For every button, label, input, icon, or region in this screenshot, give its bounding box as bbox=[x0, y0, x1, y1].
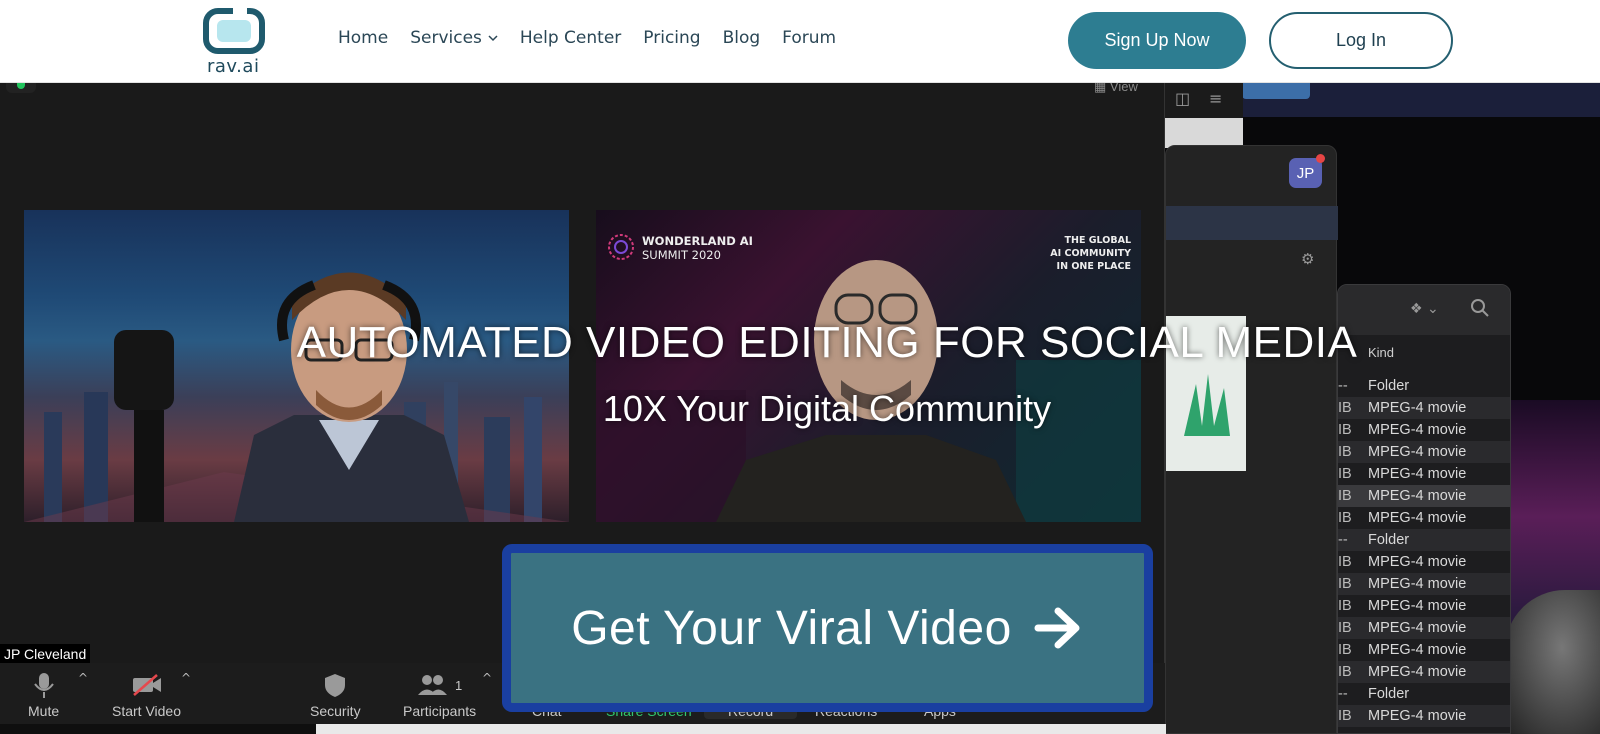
menu-icon[interactable]: ≡ bbox=[1209, 89, 1222, 108]
video-off-icon bbox=[132, 674, 161, 696]
arrow-right-icon bbox=[1034, 607, 1080, 649]
list-item[interactable]: IB MPEG-4 movie bbox=[1338, 507, 1510, 529]
desktop-edge bbox=[316, 724, 1166, 734]
chevron-up-icon[interactable]: ^ bbox=[482, 671, 492, 685]
list-item[interactable]: IB MPEG-4 movie bbox=[1338, 639, 1510, 661]
nav-help-center[interactable]: Help Center bbox=[520, 24, 621, 52]
list-item[interactable]: -- Folder bbox=[1338, 683, 1510, 705]
hero-subtitle: 10X Your Digital Community bbox=[602, 388, 1052, 429]
sign-up-button[interactable]: Sign Up Now bbox=[1068, 12, 1246, 69]
get-viral-video-button[interactable]: Get Your Viral Video bbox=[502, 544, 1153, 712]
search-icon[interactable] bbox=[1470, 298, 1490, 318]
chevron-up-icon[interactable]: ^ bbox=[78, 671, 88, 685]
participant-name-tag: JP Cleveland bbox=[0, 644, 91, 665]
list-item[interactable]: IB MPEG-4 movie bbox=[1338, 463, 1510, 485]
encryption-shield-icon[interactable] bbox=[6, 83, 36, 93]
list-item[interactable]: IB MPEG-4 movie bbox=[1338, 573, 1510, 595]
participants-button[interactable]: 1 Participants bbox=[403, 669, 476, 719]
background-video-person bbox=[1505, 590, 1600, 734]
notification-badge bbox=[1316, 154, 1325, 163]
nav-services[interactable]: Services bbox=[410, 24, 498, 52]
nav-pricing[interactable]: Pricing bbox=[643, 24, 700, 52]
microphone-icon bbox=[33, 673, 54, 698]
chevron-down-icon bbox=[488, 35, 498, 42]
participants-count: 1 bbox=[454, 677, 463, 693]
list-item[interactable]: IB MPEG-4 movie bbox=[1338, 661, 1510, 683]
start-video-button[interactable]: Start Video bbox=[112, 669, 181, 719]
list-item[interactable]: IB MPEG-4 movie bbox=[1338, 441, 1510, 463]
participant-video-person bbox=[114, 272, 469, 522]
gear-icon[interactable]: ⚙ bbox=[1301, 250, 1317, 268]
nav-forum[interactable]: Forum bbox=[782, 24, 836, 52]
list-item[interactable]: IB MPEG-4 movie bbox=[1338, 485, 1510, 507]
list-item[interactable]: IB MPEG-4 movie bbox=[1338, 595, 1510, 617]
shield-icon bbox=[325, 674, 346, 697]
dropbox-icon[interactable]: ❖ ⌄ bbox=[1410, 301, 1439, 317]
main-nav: Home Services Help Center Pricing Blog F… bbox=[338, 24, 858, 52]
list-item[interactable]: IB MPEG-4 movie bbox=[1338, 617, 1510, 639]
zoom-chat-window: JP ⚙ bbox=[1165, 145, 1338, 734]
list-item[interactable]: IB MPEG-4 movie bbox=[1338, 551, 1510, 573]
logo-mark-icon bbox=[203, 8, 265, 54]
chevron-up-icon[interactable]: ^ bbox=[181, 671, 191, 685]
list-item[interactable]: IB MPEG-4 movie bbox=[1338, 705, 1510, 727]
gallery-view-icon[interactable]: ◫ bbox=[1175, 89, 1190, 108]
logo-text: rav.ai bbox=[207, 56, 260, 77]
site-header: rav.ai Home Services Help Center Pricing… bbox=[0, 0, 1600, 83]
participants-icon bbox=[417, 675, 447, 695]
hero-title: AUTOMATED VIDEO EDITING FOR SOCIAL MEDIA bbox=[296, 318, 1358, 367]
rav-ai-logo[interactable]: rav.ai bbox=[203, 8, 267, 77]
nav-blog[interactable]: Blog bbox=[723, 24, 761, 52]
security-button[interactable]: Security bbox=[310, 669, 361, 719]
desktop-edge bbox=[0, 724, 316, 734]
mute-button[interactable]: Mute bbox=[28, 669, 59, 719]
log-in-button[interactable]: Log In bbox=[1269, 12, 1453, 69]
background-panel bbox=[1165, 118, 1243, 148]
zoom-view-controls: ◫ ≡ bbox=[1165, 83, 1243, 118]
list-item[interactable]: -- Folder bbox=[1338, 529, 1510, 551]
avatar[interactable]: JP bbox=[1289, 158, 1322, 188]
background-window-strip bbox=[1242, 83, 1600, 117]
nav-home[interactable]: Home bbox=[338, 24, 388, 52]
cta-label: Get Your Viral Video bbox=[571, 601, 1012, 655]
chat-header-bar bbox=[1166, 206, 1338, 240]
